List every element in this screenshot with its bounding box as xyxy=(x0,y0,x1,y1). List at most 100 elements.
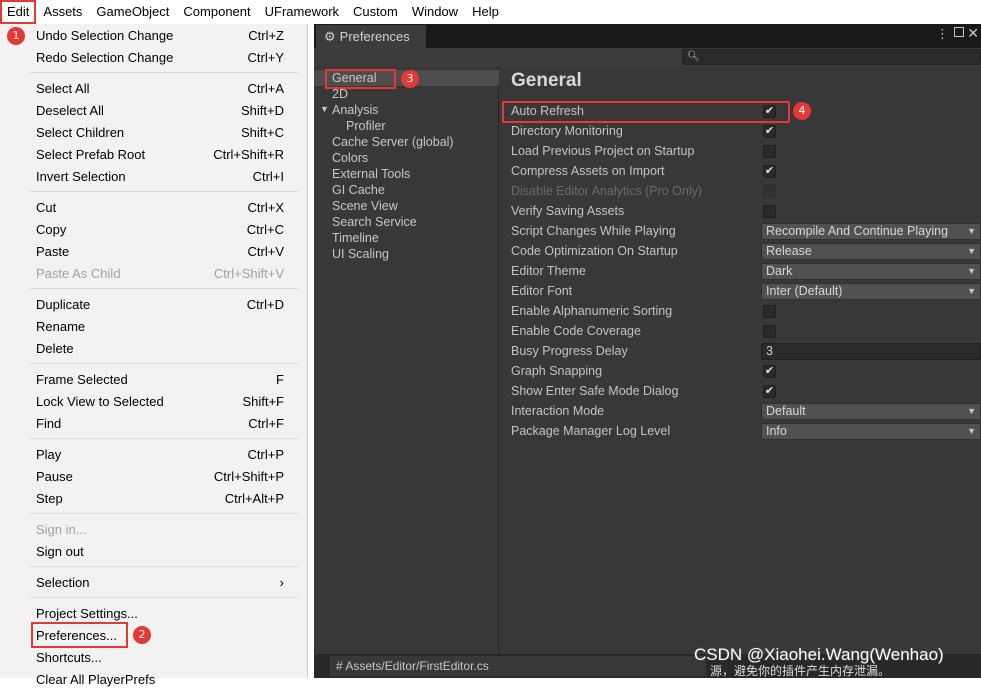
menu-item-shortcut: Ctrl+I xyxy=(252,168,284,184)
category-ui-scaling[interactable]: UI Scaling xyxy=(332,246,389,262)
menu-item-duplicate[interactable]: Duplicate Ctrl+D xyxy=(0,293,306,315)
menu-item-label: Duplicate xyxy=(36,296,91,312)
menu-item-shortcut: Ctrl+Shift+V xyxy=(213,265,284,281)
code-coverage-checkbox[interactable] xyxy=(763,325,776,338)
watermark-sub: 源，避免你的插件产生内存泄漏。 xyxy=(710,664,891,678)
menu-item-label: Redo Selection Change xyxy=(36,49,174,65)
menu-item-copy[interactable]: Copy Ctrl+C xyxy=(0,218,306,240)
tab-preferences[interactable]: ⚙ Preferences xyxy=(316,25,426,48)
load-previous-project-checkbox[interactable] xyxy=(763,145,776,158)
menu-item-shortcut: Ctrl+Z xyxy=(248,27,284,43)
more-icon[interactable]: ⋮ xyxy=(936,26,949,42)
menu-window[interactable]: Window xyxy=(405,0,465,24)
interaction-mode-dropdown[interactable]: Default ▼ xyxy=(761,403,981,420)
menu-help[interactable]: Help xyxy=(465,0,506,24)
category-colors[interactable]: Colors xyxy=(332,150,368,166)
menu-gameobject[interactable]: GameObject xyxy=(89,0,176,24)
menu-item-deselect-all[interactable]: Deselect All Shift+D xyxy=(0,99,306,121)
menu-item-rename[interactable]: Rename xyxy=(0,315,306,337)
search-icon: 🔍︎ xyxy=(687,51,700,62)
menu-item-shortcut: Shift+F xyxy=(242,393,284,409)
category-gi-cache[interactable]: GI Cache xyxy=(332,182,385,198)
menu-assets[interactable]: Assets xyxy=(36,0,89,24)
menu-item-play[interactable]: Play Ctrl+P xyxy=(0,443,306,465)
menubar: Edit Assets GameObject Component UFramew… xyxy=(0,0,981,24)
menu-item-sign-out[interactable]: Sign out xyxy=(0,540,306,562)
setting-code-coverage: Enable Code Coverage xyxy=(499,322,981,342)
setting-script-changes: Script Changes While Playing Recompile A… xyxy=(499,222,981,242)
code-optimization-dropdown[interactable]: Release ▼ xyxy=(761,243,981,260)
menu-item-step[interactable]: Step Ctrl+Alt+P xyxy=(0,487,306,509)
safe-mode-dialog-checkbox[interactable]: ✔ xyxy=(763,385,776,398)
setting-graph-snapping: Graph Snapping ✔ xyxy=(499,362,981,382)
menu-item-undo[interactable]: Undo Selection Change Ctrl+Z xyxy=(0,24,306,46)
verify-saving-checkbox[interactable] xyxy=(763,205,776,218)
category-scene-view[interactable]: Scene View xyxy=(332,198,398,214)
setting-label: Compress Assets on Import xyxy=(511,164,665,178)
category-panel: General 2D ▼ Analysis Profiler Cache Ser… xyxy=(314,66,499,654)
menu-separator xyxy=(30,438,298,439)
menu-edit[interactable]: Edit xyxy=(0,0,37,24)
menu-custom[interactable]: Custom xyxy=(346,0,405,24)
menu-item-cut[interactable]: Cut Ctrl+X xyxy=(0,196,306,218)
compress-assets-checkbox[interactable]: ✔ xyxy=(763,165,776,178)
menu-item-clear-playerprefs[interactable]: Clear All PlayerPrefs xyxy=(0,668,306,690)
menu-item-label: Select All xyxy=(36,80,90,96)
menu-item-pause[interactable]: Pause Ctrl+Shift+P xyxy=(0,465,306,487)
editor-theme-dropdown[interactable]: Dark ▼ xyxy=(761,263,981,280)
busy-progress-delay-input[interactable]: 3 xyxy=(761,343,981,360)
menu-item-label: Copy xyxy=(36,221,67,237)
menu-item-redo[interactable]: Redo Selection Change Ctrl+Y xyxy=(0,46,306,68)
category-timeline[interactable]: Timeline xyxy=(332,230,379,246)
menu-item-select-prefab-root[interactable]: Select Prefab Root Ctrl+Shift+R xyxy=(0,143,306,165)
category-external-tools[interactable]: External Tools xyxy=(332,166,410,182)
close-icon[interactable]: ✕ xyxy=(967,25,979,42)
menu-item-label: Deselect All xyxy=(36,102,104,118)
tab-bar: ⚙ Preferences ⋮ ✕ xyxy=(314,24,981,48)
chevron-down-icon: ▼ xyxy=(967,266,976,276)
menu-item-label: Undo Selection Change xyxy=(36,27,174,43)
category-analysis[interactable]: Analysis xyxy=(332,102,379,118)
package-manager-log-dropdown[interactable]: Info ▼ xyxy=(761,423,981,440)
menu-item-frame-selected[interactable]: Frame Selected F xyxy=(0,368,306,390)
directory-monitoring-checkbox[interactable]: ✔ xyxy=(763,125,776,138)
maximize-icon[interactable] xyxy=(954,27,964,37)
menu-item-label: Shortcuts... xyxy=(36,649,102,665)
status-file[interactable]: # Assets/Editor/FirstEditor.cs xyxy=(330,656,706,676)
menu-component[interactable]: Component xyxy=(176,0,257,24)
setting-disable-analytics: Disable Editor Analytics (Pro Only) xyxy=(499,182,981,202)
gear-icon: ⚙ xyxy=(324,28,336,44)
menu-item-shortcut: Ctrl+P xyxy=(247,446,284,462)
editor-font-dropdown[interactable]: Inter (Default) ▼ xyxy=(761,283,981,300)
menu-item-project-settings[interactable]: Project Settings... xyxy=(0,602,306,624)
menu-item-select-all[interactable]: Select All Ctrl+A xyxy=(0,77,306,99)
menu-item-lock-view[interactable]: Lock View to Selected Shift+F xyxy=(0,390,306,412)
category-profiler[interactable]: Profiler xyxy=(346,118,386,134)
menu-item-shortcuts[interactable]: Shortcuts... xyxy=(0,646,306,668)
search-input[interactable]: 🔍︎ xyxy=(682,49,981,65)
menu-item-find[interactable]: Find Ctrl+F xyxy=(0,412,306,434)
menu-item-shortcut: Ctrl+Alt+P xyxy=(224,490,284,506)
menu-item-delete[interactable]: Delete xyxy=(0,337,306,359)
menu-item-shortcut: Ctrl+V xyxy=(247,243,284,259)
menu-item-label: Play xyxy=(36,446,62,462)
setting-code-optimization: Code Optimization On Startup Release ▼ xyxy=(499,242,981,262)
category-cache-server[interactable]: Cache Server (global) xyxy=(332,134,454,150)
menu-item-select-children[interactable]: Select Children Shift+C xyxy=(0,121,306,143)
menu-item-label: Paste As Child xyxy=(36,265,121,281)
setting-label: Graph Snapping xyxy=(511,364,603,378)
menu-item-invert-selection[interactable]: Invert Selection Ctrl+I xyxy=(0,165,306,187)
dropdown-value: Release xyxy=(766,244,812,258)
script-changes-dropdown[interactable]: Recompile And Continue Playing ▼ xyxy=(761,223,981,240)
menu-item-paste[interactable]: Paste Ctrl+V xyxy=(0,240,306,262)
section-title: General xyxy=(511,70,582,91)
menu-uframework[interactable]: UFramework xyxy=(258,0,346,24)
menu-item-label: Sign in... xyxy=(36,521,87,537)
menu-item-selection[interactable]: Selection › xyxy=(0,571,306,593)
alphanumeric-sorting-checkbox[interactable] xyxy=(763,305,776,318)
expand-arrow-icon[interactable]: ▼ xyxy=(320,104,329,114)
setting-label: Editor Font xyxy=(511,284,573,298)
category-search-service[interactable]: Search Service xyxy=(332,214,417,230)
graph-snapping-checkbox[interactable]: ✔ xyxy=(763,365,776,378)
setting-directory-monitoring: Directory Monitoring ✔ xyxy=(499,122,981,142)
